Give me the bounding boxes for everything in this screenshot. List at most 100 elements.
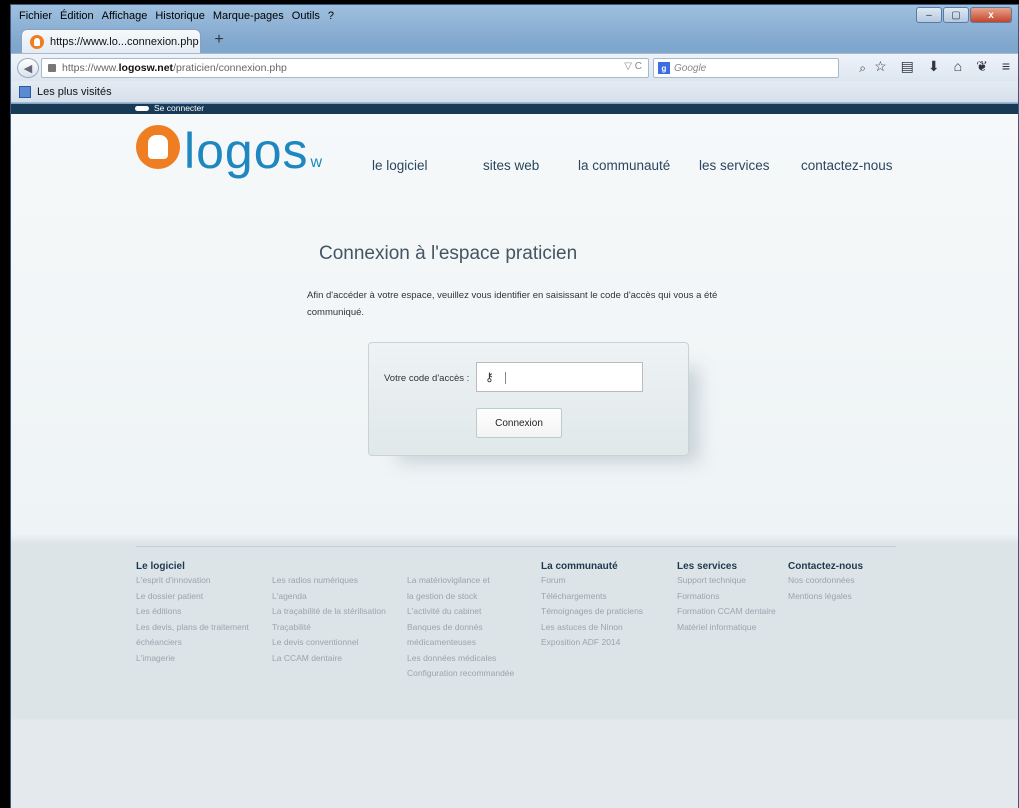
tooth-logo-icon (136, 125, 180, 169)
footer-link[interactable]: Téléchargements (541, 591, 681, 607)
logo-subscript: w (310, 154, 323, 171)
footer-link[interactable]: La matériovigilance et (407, 575, 547, 591)
search-icon[interactable]: ⌕ (859, 61, 866, 76)
footer-heading[interactable]: La communauté (541, 561, 681, 575)
tab-title: https://www.lo...connexion.php (50, 35, 199, 48)
page-title: Connexion à l'espace praticien (319, 243, 578, 264)
url-prefix: https://www. (62, 62, 119, 74)
reload-icon[interactable]: ▽ C (624, 61, 642, 72)
connexion-button[interactable]: Connexion (476, 408, 562, 438)
menu-historique[interactable]: Historique (155, 10, 205, 22)
footer-column: Les radios numériques L'agenda La traçabil… (272, 561, 412, 668)
menu-edition[interactable]: Édition (60, 10, 94, 22)
search-bar[interactable]: g Google ⌕ (653, 58, 866, 78)
footer-column: Le logiciel L'esprit d'innovation Le dossi… (136, 561, 276, 668)
bookmarks-bar: Les plus visités (11, 81, 1018, 103)
key-search-icon: ⚷ (485, 370, 494, 384)
footer-link[interactable]: Forum (541, 575, 681, 591)
footer-link[interactable]: Les devis, plans de traitement (136, 622, 276, 638)
footer-link[interactable]: Témoignages de praticiens (541, 606, 681, 622)
footer-column: La matériovigilance et la gestion de stoc… (407, 561, 547, 684)
tooth-favicon-icon (30, 34, 44, 49)
footer-link[interactable]: Les radios numériques (272, 575, 412, 591)
footer-link[interactable]: Traçabilité (272, 622, 412, 638)
footer-heading[interactable]: Le logiciel (136, 561, 276, 575)
footer-link[interactable]: Le dossier patient (136, 591, 276, 607)
maximize-button[interactable]: ▢ (943, 7, 969, 23)
footer-link[interactable]: L'imagerie (136, 653, 276, 669)
footer-link[interactable]: Configuration recommandée (407, 668, 547, 684)
logo-text: logos (184, 123, 309, 179)
text-cursor (505, 372, 506, 384)
url-path: /praticien/connexion.php (173, 62, 287, 74)
url-bar[interactable]: https://www. logosw.net/praticien/connexi… (41, 58, 649, 78)
connect-label: Se connecter (154, 104, 205, 113)
footer-link[interactable]: Matériel informatique (677, 622, 817, 638)
access-code-input[interactable] (476, 362, 643, 392)
reading-list-icon[interactable]: ▤ (901, 58, 914, 75)
footer-heading (407, 561, 547, 575)
tab-strip: https://www.lo...connexion.php + (11, 27, 1018, 53)
download-icon[interactable]: ⬇ (928, 58, 940, 75)
minimize-button[interactable]: – (916, 7, 942, 23)
footer-link[interactable]: Les éditions (136, 606, 276, 622)
footer-link[interactable]: Mentions légales (788, 591, 928, 607)
addon-icon[interactable]: ❦ (976, 58, 988, 75)
footer-link[interactable]: L'activité du cabinet (407, 606, 547, 622)
web-page: Se connecter logos w le logiciel sites w… (11, 104, 1018, 808)
footer-link[interactable]: Nos coordonnées (788, 575, 928, 591)
new-tab-button[interactable]: + (209, 31, 229, 49)
menu-bar: Fichier Édition Affichage Historique Mar… (11, 5, 1018, 27)
close-button[interactable]: x (970, 7, 1012, 23)
browser-window: Fichier Édition Affichage Historique Mar… (10, 4, 1019, 808)
footer-heading (272, 561, 412, 575)
menu-marque-pages[interactable]: Marque-pages (213, 10, 284, 22)
search-placeholder: Google (674, 62, 707, 74)
code-label: Votre code d'accès : (384, 373, 470, 384)
footer-link[interactable]: Exposition ADF 2014 (541, 637, 681, 653)
nav-contactez-nous[interactable]: contactez-nous (801, 158, 893, 173)
url-host: logosw.net (118, 62, 174, 74)
login-box: Votre code d'accès : ⚷ Connexion (368, 342, 689, 456)
bookmark-most-visited[interactable]: Les plus visités (37, 86, 112, 98)
navigation-toolbar: ◀ https://www. logosw.net/praticien/conne… (11, 53, 1018, 81)
menu-outils[interactable]: Outils (292, 10, 320, 22)
google-icon: g (658, 62, 670, 74)
footer-column: Contactez-nous Nos coordonnées Mentions lé… (788, 561, 928, 606)
toolbar-icons: ☆ ▤ ⬇ ⌂ ❦ ≡ (874, 58, 1010, 75)
nav-le-logiciel[interactable]: le logiciel (372, 158, 428, 173)
nav-la-communaute[interactable]: la communauté (578, 158, 670, 173)
footer-link[interactable]: la gestion de stock (407, 591, 547, 607)
menu-fichier[interactable]: Fichier (19, 10, 52, 22)
tab-connexion[interactable]: https://www.lo...connexion.php (21, 29, 201, 53)
footer-link[interactable]: Formation CCAM dentaire (677, 606, 817, 622)
nav-sites-web[interactable]: sites web (483, 158, 539, 173)
menu-affichage[interactable]: Affichage (102, 10, 148, 22)
intro-text: Afin d'accéder à votre espace, veuillez … (307, 290, 718, 318)
lock-icon (48, 64, 56, 72)
footer-link[interactable]: L'esprit d'innovation (136, 575, 276, 591)
menu-aide[interactable]: ? (328, 10, 334, 22)
window-controls: – ▢ x (916, 7, 1012, 23)
footer-link[interactable]: Les astuces de Ninon (541, 622, 681, 638)
footer-link[interactable]: Les données médicales (407, 653, 547, 669)
footer-link[interactable]: Le devis conventionnel (272, 637, 412, 653)
site-logo[interactable]: logos w (136, 123, 323, 179)
nav-les-services[interactable]: les services (699, 158, 770, 173)
footer-link[interactable]: échéanciers (136, 637, 276, 653)
footer-link[interactable]: La CCAM dentaire (272, 653, 412, 669)
footer-link[interactable]: La traçabilité de la stérilisation (272, 606, 412, 622)
hamburger-menu-icon[interactable]: ≡ (1002, 58, 1010, 75)
footer-link[interactable]: L'agenda (272, 591, 412, 607)
back-button[interactable]: ◀ (17, 58, 39, 78)
connect-link[interactable]: Se connecter (135, 104, 204, 113)
bookmark-star-icon[interactable]: ☆ (874, 58, 887, 75)
bookmark-folder-icon (19, 85, 31, 98)
home-icon[interactable]: ⌂ (954, 58, 962, 75)
footer-column: La communauté Forum Téléchargements Témoign… (541, 561, 681, 653)
footer-divider (136, 546, 896, 547)
footer-link[interactable]: Banques de donnés (407, 622, 547, 638)
footer-heading[interactable]: Contactez-nous (788, 561, 928, 575)
footer-link[interactable]: médicamenteuses (407, 637, 547, 653)
key-icon (135, 105, 149, 111)
